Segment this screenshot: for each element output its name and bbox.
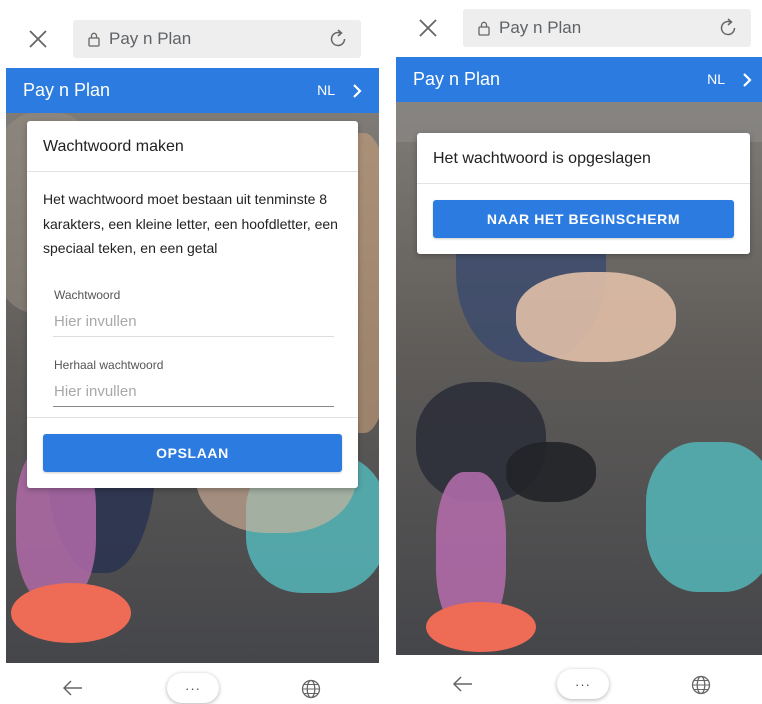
divider xyxy=(27,417,358,418)
repeat-password-label: Herhaal wachtwoord xyxy=(54,358,164,372)
create-password-dialog: Wachtwoord maken Het wachtwoord moet bes… xyxy=(27,121,358,488)
globe-icon[interactable] xyxy=(690,674,712,696)
app-title: Pay n Plan xyxy=(413,69,501,89)
reload-icon[interactable] xyxy=(717,17,739,39)
password-label: Wachtwoord xyxy=(54,288,121,302)
lock-icon xyxy=(478,21,490,36)
back-arrow-icon[interactable] xyxy=(452,674,474,694)
chevron-right-icon[interactable] xyxy=(737,70,757,90)
url-text: Pay n Plan xyxy=(499,18,582,37)
password-input[interactable] xyxy=(53,306,334,337)
password-requirements: Het wachtwoord moet bestaan uit tenminst… xyxy=(43,191,338,256)
more-menu-button[interactable]: ··· xyxy=(167,673,219,703)
address-bar[interactable]: Pay n Plan xyxy=(463,9,751,47)
close-button[interactable] xyxy=(410,10,446,46)
lock-icon xyxy=(88,32,100,47)
address-bar[interactable]: Pay n Plan xyxy=(73,20,361,58)
chevron-right-icon[interactable] xyxy=(347,81,367,101)
divider xyxy=(27,171,358,172)
password-saved-dialog: Het wachtwoord is opgeslagen NAAR HET BE… xyxy=(417,133,750,254)
browser-bottom-nav: ··· xyxy=(6,666,379,704)
phone-screen-password-saved: Pay n Plan Pay n Plan NL Het wachtwoord … xyxy=(396,0,762,704)
dialog-title: Wachtwoord maken xyxy=(43,138,184,155)
app-header: Pay n Plan NL xyxy=(6,68,379,113)
close-button[interactable] xyxy=(20,21,56,57)
home-screen-button[interactable]: NAAR HET BEGINSCHERM xyxy=(433,200,734,238)
url-text: Pay n Plan xyxy=(109,29,192,48)
saved-message: Het wachtwoord is opgeslagen xyxy=(433,150,651,167)
repeat-password-input[interactable] xyxy=(53,376,334,407)
browser-bottom-nav: ··· xyxy=(396,662,762,704)
save-button[interactable]: OPSLAAN xyxy=(43,434,342,472)
globe-icon[interactable] xyxy=(300,678,322,700)
browser-toolbar: Pay n Plan xyxy=(6,0,379,68)
close-icon xyxy=(29,30,47,48)
app-title: Pay n Plan xyxy=(23,80,111,100)
phone-screen-create-password: Pay n Plan Pay n Plan NL Wachtwoord make… xyxy=(6,0,379,704)
app-header: Pay n Plan NL xyxy=(396,57,762,102)
language-selector[interactable]: NL xyxy=(317,68,335,113)
more-menu-button[interactable]: ··· xyxy=(557,669,609,699)
reload-icon[interactable] xyxy=(327,28,349,50)
back-arrow-icon[interactable] xyxy=(62,678,84,698)
close-icon xyxy=(419,19,437,37)
divider xyxy=(417,183,750,184)
language-selector[interactable]: NL xyxy=(707,57,725,102)
